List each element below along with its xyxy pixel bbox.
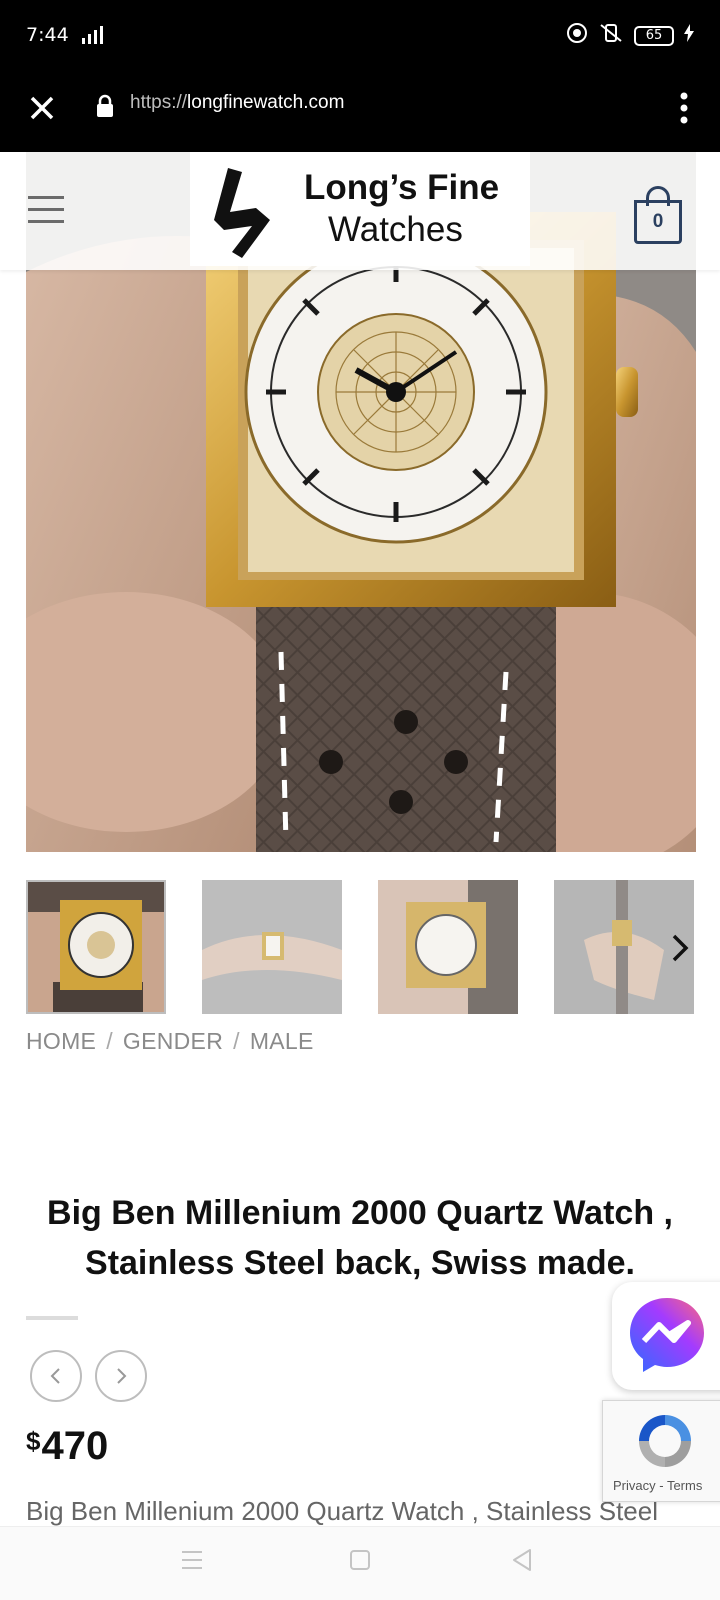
status-bar: 7:44 65 [0,0,720,72]
title-divider [26,1316,78,1320]
site-logo[interactable]: Long’s Fine Watches [190,152,530,266]
breadcrumb: HOME / GENDER / MALE [26,1028,314,1055]
thumbnail-1[interactable] [26,880,166,1014]
next-product-button[interactable] [95,1350,147,1402]
breadcrumb-gender[interactable]: GENDER [123,1028,223,1054]
messenger-icon [630,1298,704,1372]
vibrate-mute-icon [598,22,624,49]
recaptcha-icon [639,1415,691,1467]
menu-icon[interactable] [28,196,64,226]
status-time: 7:44 [26,24,69,46]
recent-apps-icon[interactable] [180,1549,204,1576]
previous-product-button[interactable] [30,1350,82,1402]
home-icon[interactable] [349,1549,371,1576]
breadcrumb-male[interactable]: MALE [250,1028,314,1054]
logo-mark-icon [214,168,270,258]
recaptcha-privacy-link[interactable]: Privacy [613,1478,656,1493]
breadcrumb-separator: / [106,1028,113,1054]
chevron-right-icon [117,1368,127,1384]
do-not-disturb-icon [566,22,588,49]
cart-count: 0 [634,200,682,244]
recaptcha-terms-link[interactable]: Terms [667,1478,702,1493]
product-price: $470 [26,1424,108,1469]
chevron-right-icon[interactable] [664,928,694,968]
breadcrumb-separator: / [233,1028,240,1054]
browser-toolbar: https://longfinewatch.com [0,72,720,152]
url-scheme: https:// [130,92,188,113]
battery-icon: 65 [634,25,674,46]
close-icon[interactable] [24,90,60,126]
charging-icon [684,24,694,47]
product-short-description: Big Ben Millenium 2000 Quartz Watch , St… [26,1496,658,1526]
recaptcha-badge[interactable]: Privacy - Terms [602,1400,720,1502]
recaptcha-separator: - [655,1478,667,1493]
url-host: longfinewatch.com [187,92,345,113]
price-amount: 470 [41,1424,109,1468]
site-header: Long’s Fine Watches 0 [0,152,720,270]
chevron-left-icon [50,1368,60,1384]
thumbnail-3[interactable] [378,880,518,1014]
price-currency: $ [26,1426,41,1456]
signal-icon [80,26,108,51]
back-icon[interactable] [510,1547,534,1578]
cart-button[interactable]: 0 [634,186,682,244]
more-options-icon[interactable] [678,88,690,128]
lock-icon [96,94,114,123]
logo-line1: Long’s Fine [304,168,500,207]
thumbnail-2[interactable] [202,880,342,1014]
messenger-chat-button[interactable] [612,1282,720,1390]
url-field[interactable]: https://longfinewatch.com [130,92,344,114]
system-navigation-bar [0,1526,720,1600]
thumbnail-strip [26,880,696,1014]
breadcrumb-home[interactable]: HOME [26,1028,96,1054]
product-title: Big Ben Millenium 2000 Quartz Watch , St… [47,1194,673,1282]
logo-line2: Watches [328,210,463,249]
